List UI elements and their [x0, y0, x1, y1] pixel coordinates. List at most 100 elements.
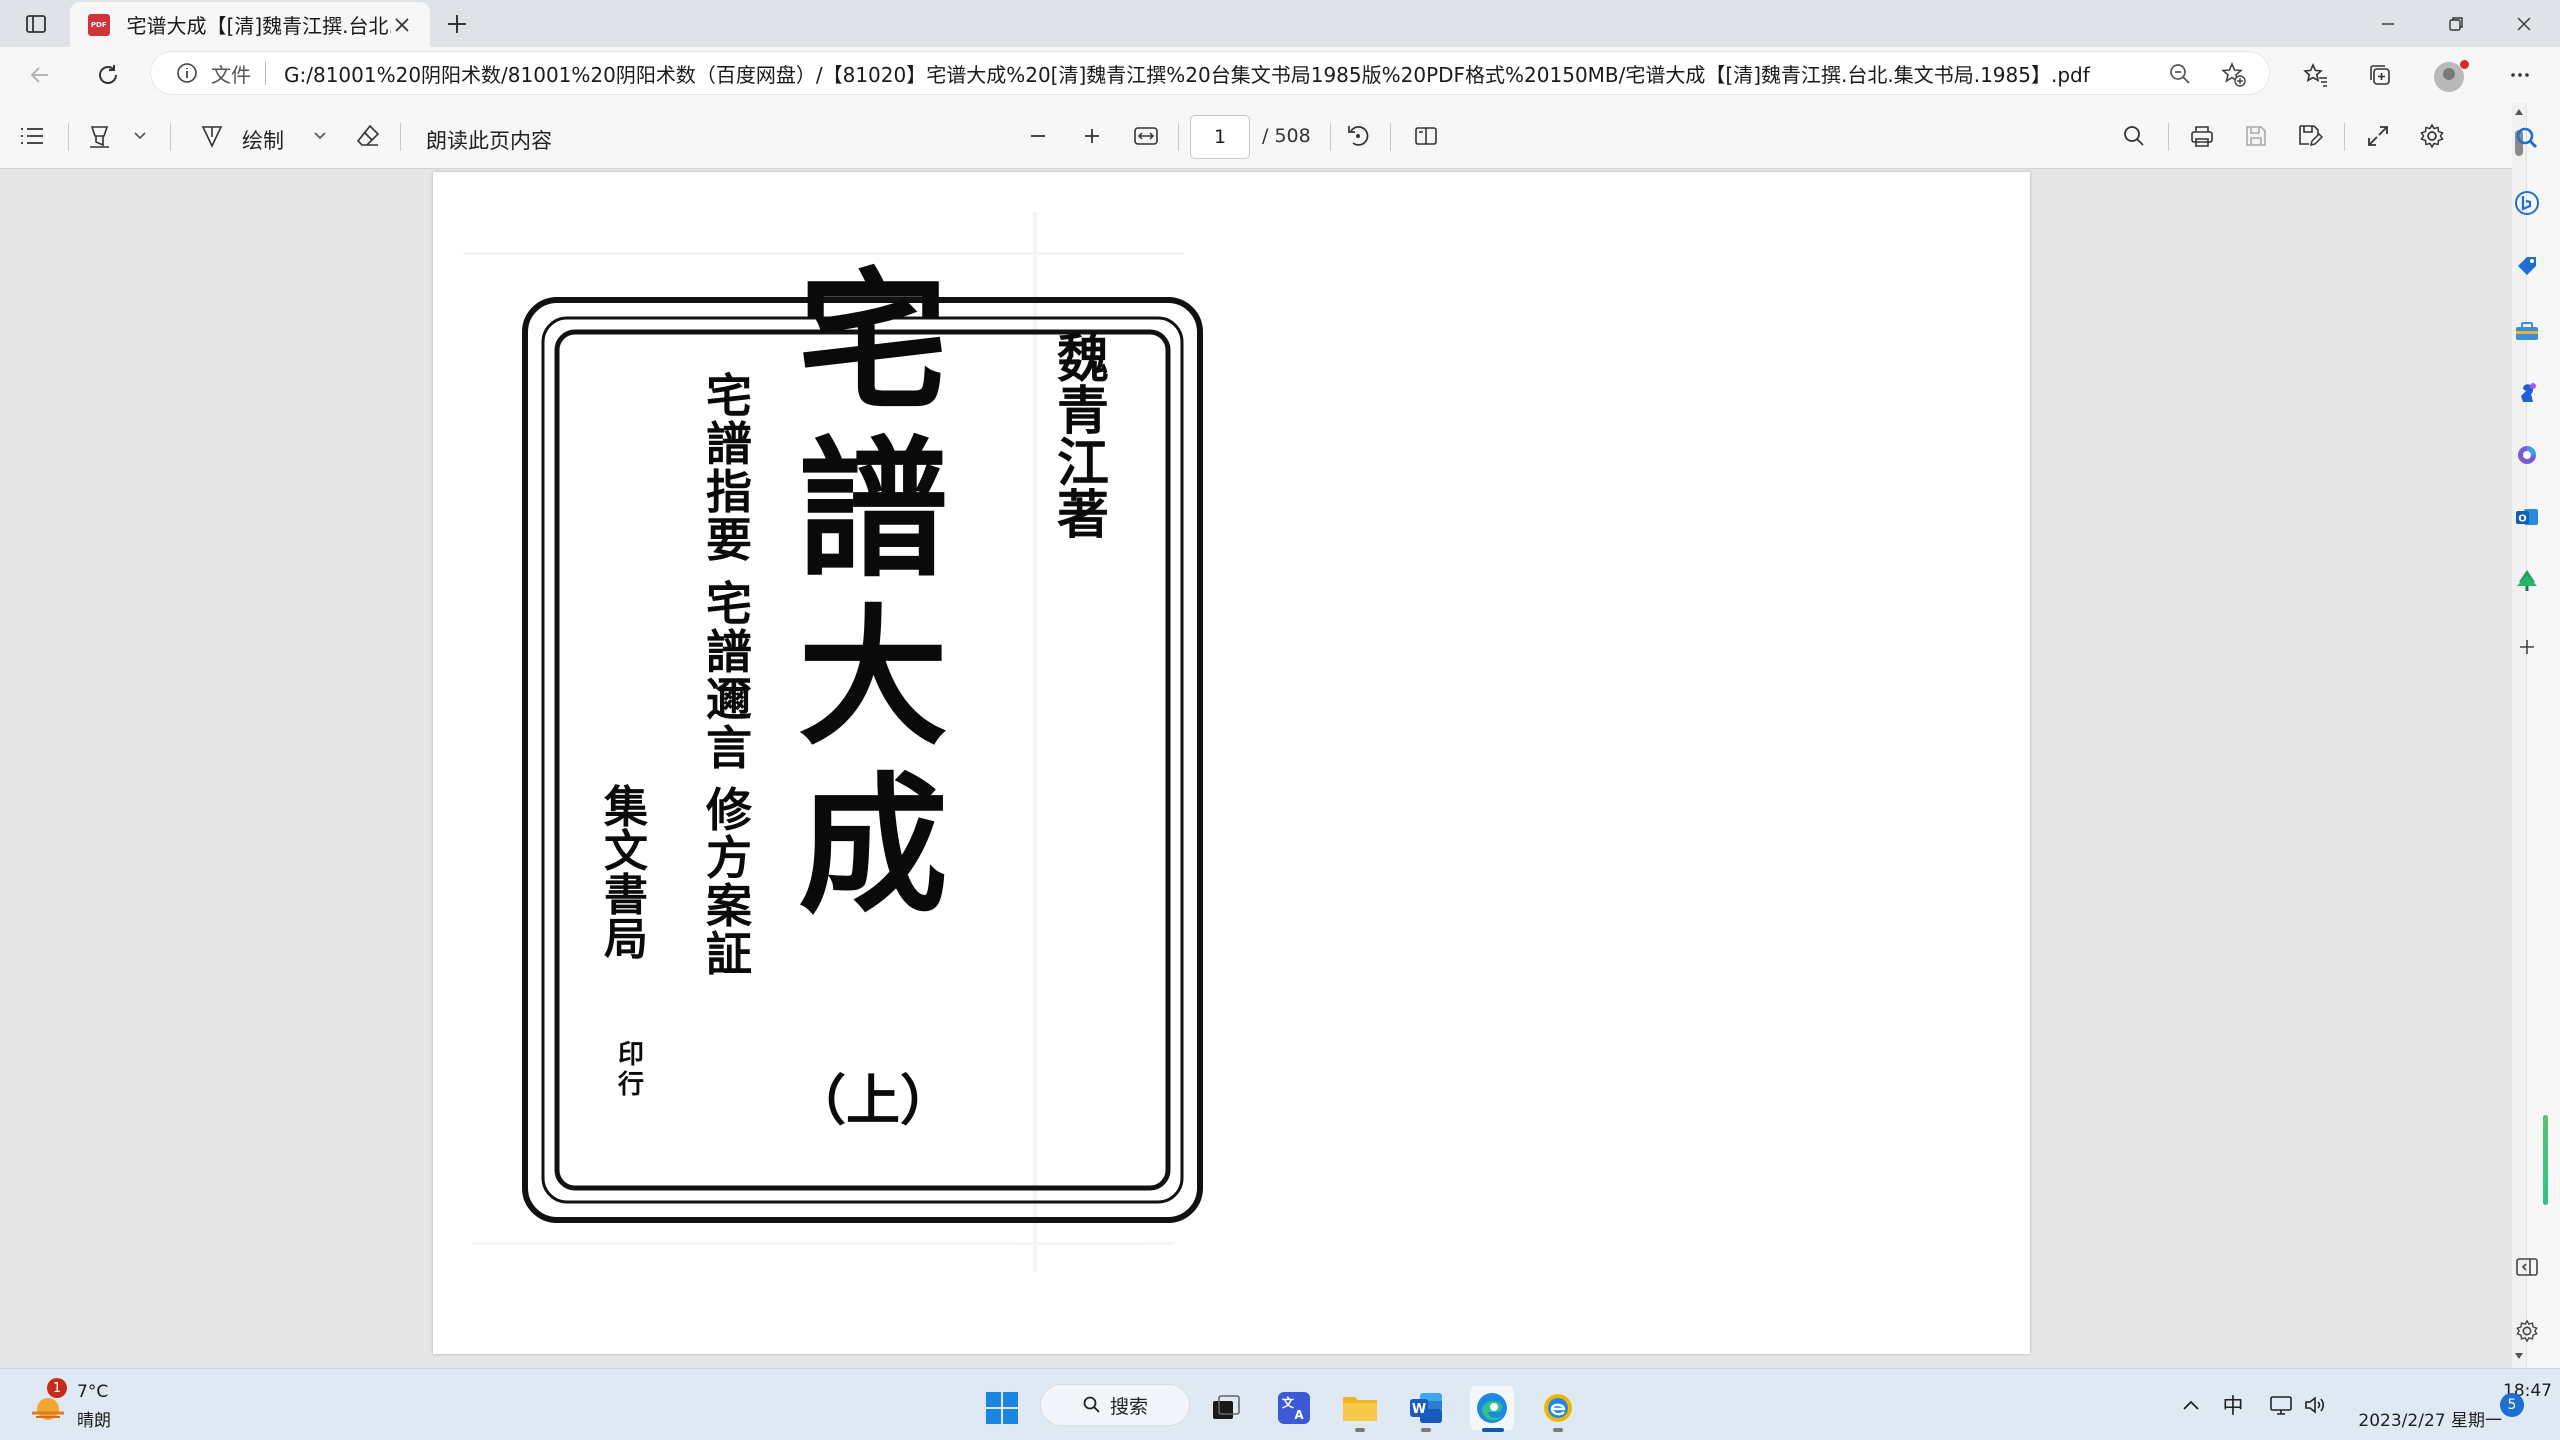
tab-close-button[interactable]	[391, 13, 414, 37]
window-close-button[interactable]	[2490, 0, 2558, 47]
weather-badge: 1	[47, 1378, 67, 1398]
minimize-button[interactable]	[2354, 0, 2422, 47]
sidebar-games-button[interactable]	[2512, 378, 2542, 408]
settings-more-button[interactable]	[2500, 55, 2540, 95]
draw-label[interactable]: 绘制	[242, 125, 284, 155]
browser-tab-active[interactable]: PDF 宅谱大成【[清]魏青江撰.台北.集文书局.1985】.pdf	[70, 2, 430, 47]
erase-button[interactable]	[352, 120, 384, 152]
sidebar-shopping-button[interactable]	[2512, 251, 2542, 281]
clock-time[interactable]: 18:47	[2440, 1381, 2552, 1401]
highlight-dropdown[interactable]	[128, 120, 152, 152]
save-button[interactable]	[2240, 120, 2272, 152]
cover-contents-2-char: 宅	[706, 577, 752, 631]
cover-author: 魏青江著	[1057, 329, 1109, 546]
zoom-button[interactable]	[2166, 60, 2194, 88]
cover-publisher: 集文書局	[603, 782, 648, 965]
cover-contents-3-char: 証	[706, 927, 752, 981]
scroll-up-icon[interactable]	[2515, 109, 2523, 115]
cover-contents-2-char: 言	[706, 721, 752, 775]
file-explorer-button[interactable]	[1338, 1386, 1382, 1430]
find-button[interactable]	[2118, 120, 2150, 152]
toolbar-divider	[68, 123, 69, 151]
edge-app-button[interactable]	[1470, 1386, 1514, 1430]
cover-contents-3-char: 修	[706, 783, 753, 837]
restore-button[interactable]	[2422, 0, 2490, 47]
cover-contents-1-char: 宅	[706, 369, 752, 423]
minus-icon	[1031, 135, 1045, 137]
url-text[interactable]: G:/81001%20阴阳术数/81001%20阴阳术数（百度网盘）/【8102…	[284, 59, 2144, 88]
cover-contents-1-char: 譜	[706, 417, 752, 471]
speaker-icon	[2305, 1396, 2325, 1414]
highlighter-icon	[90, 126, 109, 148]
sidebar-bing-button[interactable]	[2512, 188, 2542, 218]
word-app-button[interactable]: W	[1404, 1386, 1448, 1430]
address-bar[interactable]: 文件 G:/81001%20阴阳术数/81001%20阴阳术数（百度网盘）/【8…	[150, 51, 2270, 95]
scroll-down-icon[interactable]	[2515, 1353, 2523, 1359]
volume-button[interactable]	[2302, 1392, 2328, 1418]
tab-actions-button[interactable]	[17, 7, 54, 40]
vertical-scrollbar[interactable]	[2512, 103, 2526, 1368]
sidebar-activity-indicator	[2543, 1115, 2548, 1205]
cover-contents-2-char: 邇	[706, 673, 752, 727]
sidebar-add-button[interactable]	[2512, 632, 2542, 662]
chevron-down-icon	[314, 132, 326, 140]
toolbar-divider	[2344, 123, 2345, 151]
save-as-button[interactable]	[2294, 120, 2326, 152]
plus-icon	[1085, 129, 1099, 143]
collections-button[interactable]	[2360, 55, 2400, 95]
page-view-button[interactable]	[1410, 120, 1442, 152]
taskbar-search[interactable]: 搜索	[1040, 1384, 1190, 1426]
new-tab-button[interactable]	[440, 7, 474, 41]
task-view-button[interactable]	[1204, 1386, 1248, 1430]
zoom-out-button[interactable]	[1022, 120, 1054, 152]
word-icon: W	[1410, 1393, 1442, 1423]
info-icon[interactable]	[175, 61, 199, 85]
favorites-button[interactable]	[2296, 55, 2336, 95]
cover-print-note-char: 印	[618, 1040, 644, 1070]
show-hidden-icons-button[interactable]	[2178, 1392, 2204, 1418]
sidebar-drop-button[interactable]	[2512, 565, 2542, 595]
zoom-in-button[interactable]	[1076, 120, 1108, 152]
draw-button[interactable]	[196, 120, 228, 152]
add-favorite-button[interactable]	[2219, 60, 2247, 88]
expand-icon	[2368, 126, 2388, 146]
toolbar-divider	[2168, 123, 2169, 151]
rotate-button[interactable]	[1342, 120, 1374, 152]
network-button[interactable]	[2268, 1392, 2294, 1418]
legacy-edge-button[interactable]	[1536, 1386, 1580, 1430]
cover-title-char: 譜	[798, 422, 948, 598]
sidebar-office-button[interactable]	[2512, 440, 2542, 470]
sidebar-outlook-button[interactable]: O	[2512, 502, 2542, 532]
sidebar-tools-button[interactable]	[2512, 316, 2542, 346]
read-aloud-button[interactable]: 朗读此页内容	[426, 125, 552, 155]
pen-icon	[201, 126, 223, 148]
notification-badge[interactable]: 5	[2500, 1393, 2524, 1417]
tab-title: 宅谱大成【[清]魏青江撰.台北.集文书局.1985】.pdf	[126, 14, 391, 38]
sidebar-search-button[interactable]	[2512, 123, 2542, 153]
contents-button[interactable]	[16, 120, 48, 152]
toolbar-divider	[400, 123, 401, 151]
highlight-button[interactable]	[84, 120, 116, 152]
sidebar-settings-button[interactable]	[2512, 1316, 2542, 1346]
start-button[interactable]	[980, 1386, 1024, 1430]
weather-temperature: 7°C	[77, 1382, 109, 1402]
fullscreen-button[interactable]	[2362, 120, 2394, 152]
input-method-indicator[interactable]: 中	[2220, 1392, 2246, 1418]
fit-width-icon	[1134, 127, 1158, 145]
search-icon	[2124, 126, 2144, 146]
sidebar-hide-button[interactable]	[2512, 1252, 2542, 1282]
pdf-toolbar: 绘制 朗读此页内容 1 / 508	[0, 103, 2512, 169]
print-button[interactable]	[2186, 120, 2218, 152]
fit-to-width-button[interactable]	[1130, 120, 1162, 152]
clock-date[interactable]: 2023/2/27 星期一	[2352, 1406, 2502, 1431]
back-button[interactable]	[20, 55, 60, 95]
page-number-input[interactable]: 1	[1190, 115, 1250, 159]
pdf-settings-button[interactable]	[2416, 120, 2448, 152]
cover-title: 宅譜大成	[798, 254, 948, 934]
book-cover-scan: 宅譜大成 魏青江著 宅譜指要 宅譜邇言 修方案証 集文書局 印行 （上）	[463, 212, 1203, 1272]
gear-icon	[2420, 123, 2444, 149]
reload-button[interactable]	[88, 55, 128, 95]
pdf-file-icon: PDF	[88, 13, 110, 36]
draw-dropdown[interactable]	[308, 120, 332, 152]
translate-app-button[interactable]: 文A	[1272, 1386, 1316, 1430]
